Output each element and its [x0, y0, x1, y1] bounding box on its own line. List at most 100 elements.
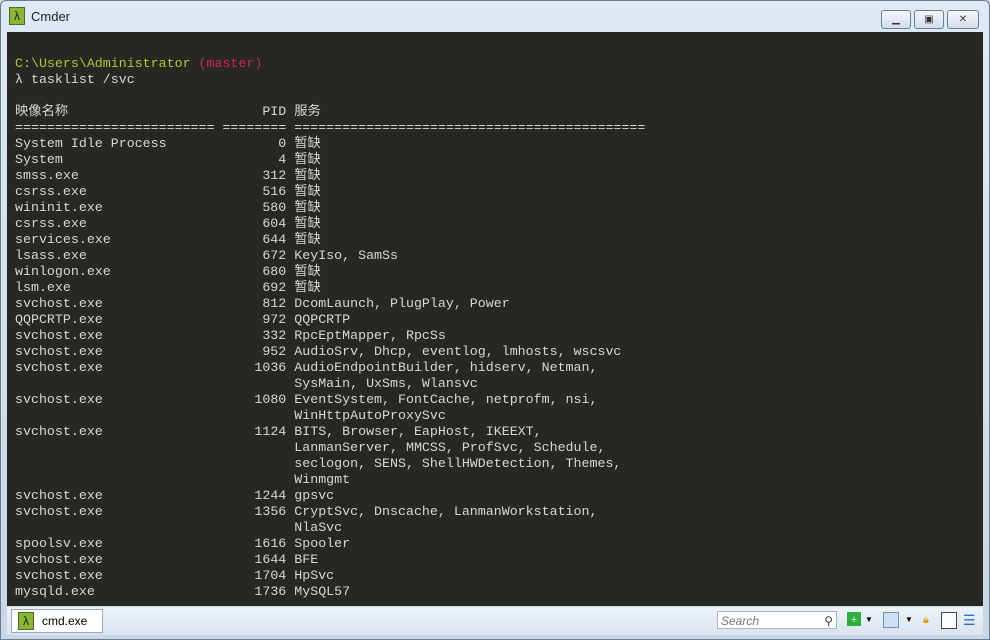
process-services: 暂缺 — [294, 136, 321, 151]
process-pid: 1124 — [254, 424, 287, 439]
process-name: svchost.exe — [15, 392, 103, 407]
process-pid: 812 — [262, 296, 287, 311]
table-row-continuation: seclogon, SENS, ShellHWDetection, Themes… — [15, 456, 645, 472]
table-row: svchost.exe 1124 BITS, Browser, EapHost, I… — [15, 424, 645, 440]
git-branch: (master) — [198, 56, 263, 71]
process-name: services.exe — [15, 232, 111, 247]
process-name: svchost.exe — [15, 360, 103, 375]
process-name: lsass.exe — [15, 248, 87, 263]
process-services: BITS, Browser, EapHost, IKEEXT, — [294, 424, 542, 439]
process-services: 暂缺 — [294, 280, 321, 295]
process-name: spoolsv.exe — [15, 536, 103, 551]
process-services: seclogon, SENS, ShellHWDetection, Themes… — [294, 456, 622, 471]
separator-1: ========================= — [15, 120, 215, 135]
dropdown-icon[interactable]: ▼ — [905, 612, 913, 628]
menu-icon[interactable]: ☰ — [963, 612, 976, 628]
dropdown-icon[interactable]: ▼ — [865, 612, 873, 628]
search-placeholder: Search — [721, 614, 760, 628]
title-bar: λ Cmder ▁ ▣ ✕ — [1, 1, 989, 31]
header-services: 服务 — [294, 104, 321, 119]
table-separator: ========================= ======== =====… — [15, 120, 645, 136]
process-services: CryptSvc, Dnscache, LanmanWorkstation, — [294, 504, 598, 519]
process-name — [15, 440, 222, 456]
process-services: BFE — [294, 552, 319, 567]
separator-2: ======== — [222, 120, 287, 135]
table-row: lsm.exe 692 暂缺 — [15, 280, 645, 296]
process-pid: 1644 — [254, 552, 287, 567]
console-list-icon[interactable] — [883, 612, 899, 628]
table-row: svchost.exe 1036 AudioEndpointBuilder, hid… — [15, 360, 645, 376]
prompt-path: C:\Users\Administrator — [15, 56, 191, 71]
close-button[interactable]: ✕ — [947, 10, 979, 29]
minimize-button[interactable]: ▁ — [881, 10, 911, 29]
search-icon[interactable]: ⚲ — [824, 612, 833, 630]
console-tab[interactable]: λ cmd.exe — [11, 609, 103, 633]
process-name: System Idle Process — [15, 136, 167, 151]
process-name — [15, 520, 222, 536]
table-row: System 4 暂缺 — [15, 152, 645, 168]
table-row: svchost.exe 332 RpcEptMapper, RpcSs — [15, 328, 645, 344]
window-title: Cmder — [31, 8, 71, 24]
process-name: svchost.exe — [15, 504, 103, 519]
split-icon[interactable] — [941, 612, 957, 629]
process-name: svchost.exe — [15, 424, 103, 439]
process-services: 暂缺 — [294, 216, 321, 231]
lambda-logo-icon: λ — [9, 7, 25, 25]
search-input[interactable]: Search ⚲ — [717, 611, 837, 629]
process-services: 暂缺 — [294, 184, 321, 199]
command-text: tasklist /svc — [30, 72, 135, 87]
table-row: svchost.exe 1704 HpSvc — [15, 568, 645, 584]
process-services: DcomLaunch, PlugPlay, Power — [294, 296, 510, 311]
process-services: gpsvc — [294, 488, 335, 503]
process-pid — [222, 376, 286, 392]
table-row: svchost.exe 1244 gpsvc — [15, 488, 645, 504]
table-row-continuation: WinHttpAutoProxySvc — [15, 408, 645, 424]
process-name — [15, 408, 222, 424]
process-pid: 312 — [262, 168, 287, 183]
process-name: wininit.exe — [15, 200, 103, 215]
process-services: EventSystem, FontCache, netprofm, nsi, — [294, 392, 598, 407]
process-name: csrss.exe — [15, 184, 87, 199]
status-bar: λ cmd.exe Search ⚲ + ▼ ▼ 🔒︎ ☰ — [7, 607, 983, 635]
process-pid: 604 — [262, 216, 287, 231]
table-row: lsass.exe 672 KeyIso, SamSs — [15, 248, 645, 264]
process-services: 暂缺 — [294, 200, 321, 215]
header-pid: PID — [262, 104, 287, 119]
process-pid: 1244 — [254, 488, 287, 503]
table-row: csrss.exe 604 暂缺 — [15, 216, 645, 232]
lock-icon[interactable]: 🔒︎ — [923, 612, 929, 628]
table-row: spoolsv.exe 1616 Spooler — [15, 536, 645, 552]
table-row: QQPCRTP.exe 972 QQPCRTP — [15, 312, 645, 328]
process-services: Winmgmt — [294, 472, 351, 487]
process-services: KeyIso, SamSs — [294, 248, 398, 263]
process-name — [15, 376, 222, 392]
process-pid: 516 — [262, 184, 287, 199]
process-services: RpcEptMapper, RpcSs — [294, 328, 446, 343]
process-pid: 0 — [278, 136, 287, 151]
process-services: Spooler — [294, 536, 351, 551]
process-pid: 972 — [262, 312, 287, 327]
prompt-symbol: λ — [15, 72, 23, 87]
table-row: svchost.exe 952 AudioSrv, Dhcp, eventlog, … — [15, 344, 645, 360]
process-name: winlogon.exe — [15, 264, 111, 279]
process-pid — [222, 408, 286, 424]
separator-3: ========================================… — [294, 120, 646, 135]
maximize-button[interactable]: ▣ — [914, 10, 944, 29]
header-name: 映像名称 — [15, 104, 69, 119]
table-row: csrss.exe 516 暂缺 — [15, 184, 645, 200]
process-name — [15, 472, 222, 488]
table-row: svchost.exe 1356 CryptSvc, Dnscache, Lanma… — [15, 504, 645, 520]
process-pid: 332 — [262, 328, 287, 343]
process-name: smss.exe — [15, 168, 79, 183]
process-pid: 4 — [278, 152, 287, 167]
process-services: AudioEndpointBuilder, hidserv, Netman, — [294, 360, 598, 375]
process-pid: 680 — [262, 264, 287, 279]
process-pid: 1616 — [254, 536, 287, 551]
terminal[interactable]: C:\Users\Administrator (master) λ taskli… — [7, 32, 983, 606]
process-services: QQPCRTP — [294, 312, 351, 327]
table-row: smss.exe 312 暂缺 — [15, 168, 645, 184]
table-row: mysqld.exe 1736 MySQL57 — [15, 584, 645, 600]
process-name: svchost.exe — [15, 488, 103, 503]
table-header: 映像名称 PID 服务 — [15, 104, 645, 120]
new-console-icon[interactable]: + — [847, 612, 861, 626]
